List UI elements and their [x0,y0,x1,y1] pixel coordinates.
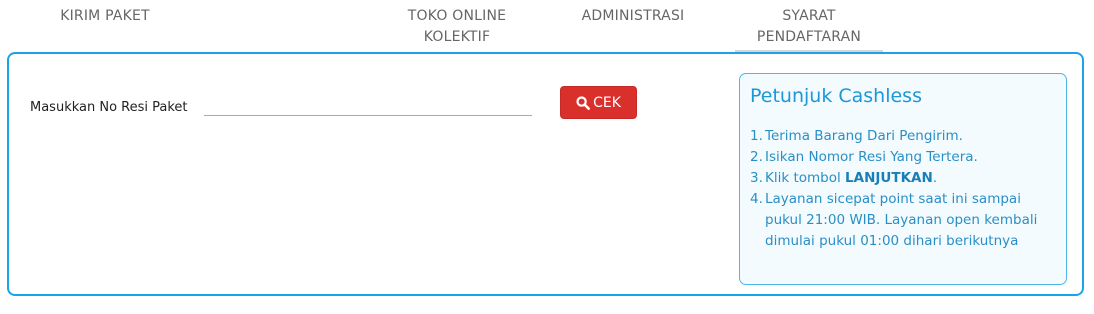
cek-button[interactable]: CEK [560,86,637,119]
tab-label-line2: PENDAFTARAN [756,29,862,45]
tab-label-line1: SYARAT [782,8,836,24]
guide-steps: 1. Terima Barang Dari Pengirim. 2. Isika… [750,126,1056,252]
step-number: 3. [750,170,763,186]
tab-syarat-pendaftaran[interactable]: SYARAT PENDAFTARAN [735,0,883,52]
tab-toko-online[interactable]: TOKO ONLINE [208,0,355,31]
guide-step: 1. Terima Barang Dari Pengirim. [750,126,1056,147]
step-number: 4. [750,191,763,207]
resi-label: Masukkan No Resi Paket [30,100,188,115]
tab-toko-online-kolektif[interactable]: TOKO ONLINE KOLEKTIF [385,0,529,48]
step-text-prefix: Klik tombol [765,170,846,186]
tab-administrasi[interactable]: ADMINISTRASI [567,0,699,27]
step-text: Isikan Nomor Resi Yang Tertera. [765,149,978,165]
tab-label: ADMINISTRASI [581,8,685,24]
tab-kirim-paket[interactable]: KIRIM PAKET [40,0,170,27]
step-text-bold: LANJUTKAN [845,170,933,186]
guide-title: Petunjuk Cashless [750,85,922,107]
tracking-panel: Masukkan No Resi Paket CEK Petunjuk Cash… [7,52,1084,296]
step-text: Layanan sicepat point saat ini sampai pu… [765,191,1038,249]
guide-step: 3. Klik tombol LANJUTKAN. [750,168,1056,189]
tab-label-line1: TOKO ONLINE [407,8,507,24]
step-text-suffix: . [932,170,938,186]
resi-input[interactable] [204,92,532,116]
guide-step: 2. Isikan Nomor Resi Yang Tertera. [750,147,1056,168]
step-number: 2. [750,149,763,165]
search-icon [576,95,590,110]
tab-label-line2: KOLEKTIF [423,29,491,45]
step-number: 1. [750,128,763,144]
tab-label: TOKO ONLINE [230,8,333,25]
cashless-guide-box: Petunjuk Cashless 1. Terima Barang Dari … [739,73,1067,285]
tab-label: KIRIM PAKET [60,8,150,24]
step-text: Terima Barang Dari Pengirim. [765,128,963,144]
cek-button-label: CEK [593,94,621,111]
guide-step: 4. Layanan sicepat point saat ini sampai… [750,189,1056,252]
main-tabs: KIRIM PAKET TOKO ONLINE TOKO ONLINE KOLE… [0,0,1094,52]
